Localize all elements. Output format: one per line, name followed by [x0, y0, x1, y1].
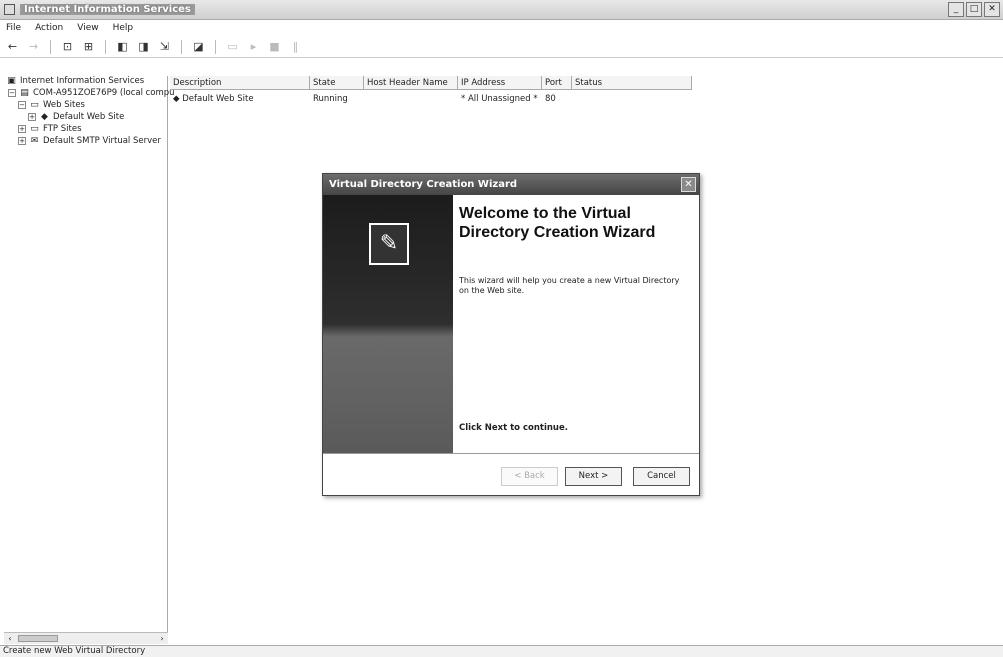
column-description[interactable]: Description	[170, 76, 310, 89]
forward-icon[interactable]: →	[26, 40, 41, 54]
help-icon[interactable]: ◪	[191, 40, 206, 54]
cell-description: ◆ Default Web Site	[170, 92, 310, 106]
tree-node-default-web-site[interactable]: + ◆ Default Web Site	[28, 112, 124, 122]
wizard-icon: ✎	[369, 223, 409, 265]
wizard-heading: Welcome to the Virtual Directory Creatio…	[459, 205, 656, 241]
dialog-title: Virtual Directory Creation Wizard	[323, 174, 699, 195]
menu-action[interactable]: Action	[35, 23, 63, 36]
scroll-left-icon[interactable]: ‹	[4, 633, 16, 644]
virtual-directory-wizard-dialog: Virtual Directory Creation Wizard ✕ ✎ We…	[322, 173, 700, 496]
show-tree-icon[interactable]: ⊞	[81, 40, 96, 54]
tree-node-label: FTP Sites	[43, 124, 82, 134]
iis-icon: ▣	[7, 76, 16, 86]
dialog-close-icon[interactable]: ✕	[681, 177, 696, 192]
up-icon[interactable]: ⊡	[60, 40, 75, 54]
toolbar-separator	[215, 39, 216, 54]
menu-view[interactable]: View	[77, 23, 98, 36]
list-header: Description State Host Header Name IP Ad…	[170, 76, 692, 90]
computer-icon[interactable]: ▭	[225, 40, 240, 54]
table-row[interactable]: ◆ Default Web Site Running * All Unassig…	[170, 92, 692, 106]
tree-node-label: Default Web Site	[53, 112, 125, 122]
back-icon[interactable]: ←	[5, 40, 20, 54]
site-name: Default Web Site	[182, 94, 254, 104]
column-host-header[interactable]: Host Header Name	[364, 76, 458, 89]
cell-host-header	[364, 92, 458, 106]
expand-icon[interactable]: +	[28, 113, 36, 121]
tree-node-web-sites[interactable]: − ▭ Web Sites	[18, 100, 85, 110]
cell-status	[572, 92, 692, 106]
cancel-button[interactable]: Cancel	[633, 467, 690, 486]
collapse-icon[interactable]: −	[8, 89, 16, 97]
tree-node-label: COM-A951ZOE76P9 (local compu	[33, 88, 175, 98]
tree-node-label: Web Sites	[43, 100, 85, 110]
scroll-right-icon[interactable]: ›	[156, 633, 168, 644]
web-site-icon: ◆	[41, 112, 48, 122]
window-controls: _ □ ✕	[948, 2, 1000, 17]
column-state[interactable]: State	[310, 76, 364, 89]
wizard-description: This wizard will help you create a new V…	[459, 276, 680, 295]
tree-node-iis-root[interactable]: ▣ Internet Information Services	[6, 76, 144, 86]
back-button[interactable]: < Back	[501, 467, 558, 486]
menu-bar: File Action View Help	[0, 20, 1003, 36]
tree-node-label: Default SMTP Virtual Server	[43, 136, 161, 146]
properties-icon[interactable]: ◧	[115, 40, 130, 54]
export-icon[interactable]: ⇲	[157, 40, 172, 54]
next-button[interactable]: Next >	[565, 467, 622, 486]
iis-app-icon	[4, 4, 15, 15]
menu-file[interactable]: File	[6, 23, 21, 36]
toolbar-separator	[105, 39, 106, 54]
folder-icon: ▭	[30, 100, 39, 110]
maximize-button[interactable]: □	[966, 2, 982, 17]
cell-ip-address: * All Unassigned *	[461, 94, 538, 104]
close-button[interactable]: ✕	[984, 2, 1000, 17]
tree-node-smtp[interactable]: + ✉ Default SMTP Virtual Server	[18, 136, 161, 146]
minimize-button[interactable]: _	[948, 2, 964, 17]
wizard-side-banner: ✎	[323, 195, 453, 453]
refresh-icon[interactable]: ◨	[136, 40, 151, 54]
title-bar: Internet Information Services _ □ ✕	[0, 0, 1003, 20]
column-port[interactable]: Port	[542, 76, 572, 89]
expand-icon[interactable]: +	[18, 125, 26, 133]
toolbar-separator	[50, 39, 51, 54]
smtp-server-icon: ✉	[30, 136, 39, 146]
expand-icon[interactable]: +	[18, 137, 26, 145]
column-status[interactable]: Status	[572, 76, 692, 89]
status-bar: Create new Web Virtual Directory	[0, 645, 1003, 657]
stop-icon[interactable]: ■	[267, 40, 282, 54]
tree-node-ftp-sites[interactable]: + ▭ FTP Sites	[18, 124, 82, 134]
cell-state: Running	[313, 94, 348, 104]
toolbar: ← → ⊡ ⊞ ◧ ◨ ⇲ ◪ ▭ ▸ ■ ‖	[0, 36, 1003, 58]
toolbar-separator	[181, 39, 182, 54]
pause-icon[interactable]: ‖	[288, 40, 303, 54]
folder-icon: ▭	[30, 124, 39, 134]
tree-pane: ▣ Internet Information Services − ▤ COM-…	[4, 76, 175, 644]
web-site-icon: ◆	[173, 94, 180, 104]
cell-port: 80	[545, 94, 556, 104]
window-title: Internet Information Services	[20, 4, 195, 15]
dialog-divider	[323, 453, 699, 454]
tree-horizontal-scrollbar[interactable]: ‹ ›	[4, 632, 168, 644]
tree-node-computer[interactable]: − ▤ COM-A951ZOE76P9 (local compu	[8, 88, 175, 98]
play-icon[interactable]: ▸	[246, 40, 261, 54]
computer-icon: ▤	[20, 88, 29, 98]
wizard-next-hint: Click Next to continue.	[459, 423, 568, 433]
collapse-icon[interactable]: −	[18, 101, 26, 109]
menu-help[interactable]: Help	[113, 23, 134, 36]
tree-node-label: Internet Information Services	[20, 76, 145, 86]
column-ip-address[interactable]: IP Address	[458, 76, 542, 89]
scroll-thumb[interactable]	[18, 635, 58, 642]
